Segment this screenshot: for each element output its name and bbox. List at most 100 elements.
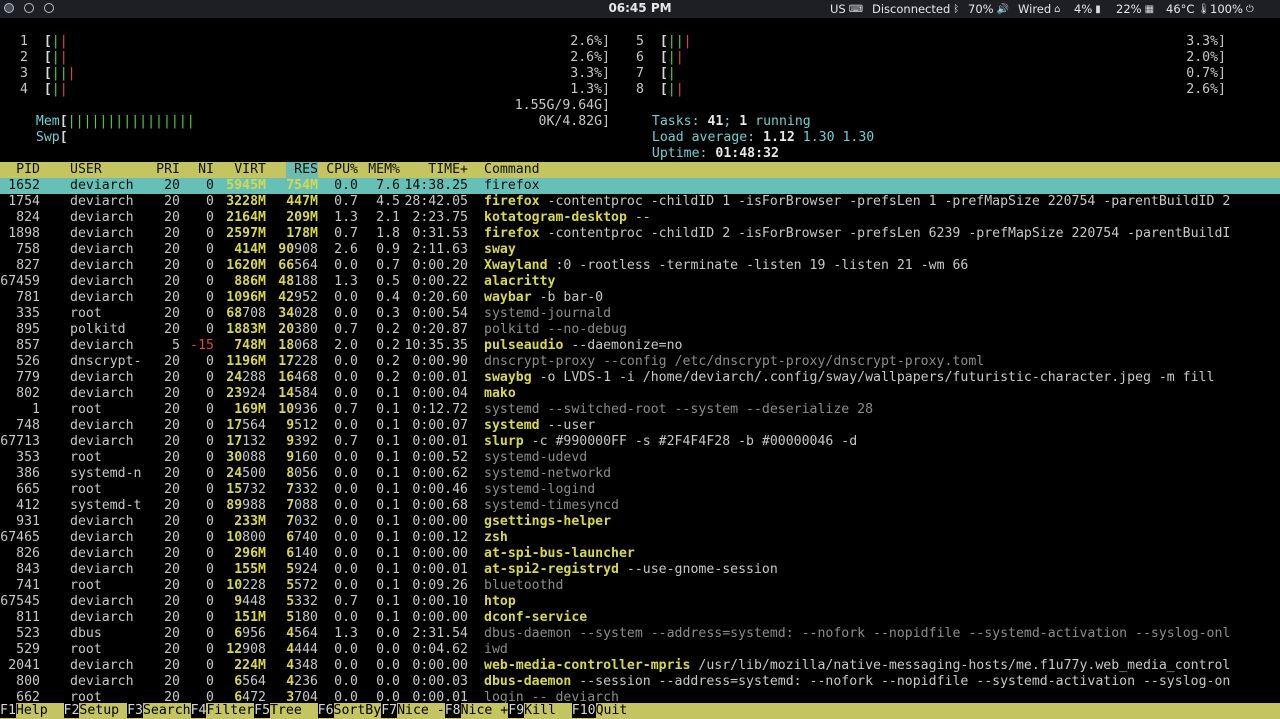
command-name: htop <box>484 594 516 609</box>
cpu-bar-segment: | <box>675 50 684 65</box>
function-key-label-f9[interactable]: Kill <box>524 703 572 718</box>
column-header-time[interactable]: TIME+ <box>428 162 468 178</box>
pri-cell: 20 <box>164 626 180 641</box>
nice-cell: 0 <box>206 578 214 593</box>
function-key-label-f3[interactable]: Search <box>143 703 191 718</box>
virt-cell: 6956 <box>234 626 266 642</box>
table-row[interactable]: 843 deviarch 20 0 155M 5924 0.0 0.1 0:00.01 at-sp… <box>0 562 1280 578</box>
function-key-f4[interactable]: F4 <box>190 703 207 718</box>
table-row[interactable]: 758 deviarch 20 0 414M 90908 2.6 0.9 2:11.63 sway <box>0 242 1280 258</box>
table-row[interactable]: 665 root 20 0 15732 7332 0.0 0.1 0:00.46 systemd-… <box>0 482 1280 498</box>
temperature-status[interactable]: 46°C 🌡 <box>1166 2 1210 16</box>
virt-cell-value: 155M <box>234 562 266 577</box>
table-row[interactable]: 741 root 20 0 10228 5572 0.0 0.1 0:09.26 bluetoot… <box>0 578 1280 594</box>
table-row[interactable]: 1652 deviarch 20 0 5945M 754M 0.0 7.6 14:38.25 fi… <box>0 178 1280 194</box>
column-header-cpu[interactable]: CPU% <box>326 162 358 178</box>
nice-cell: 0 <box>206 450 214 465</box>
res-cell-units: 160 <box>294 450 318 465</box>
table-row[interactable]: 811 deviarch 20 0 151M 5180 0.0 0.1 0:00.00 dconf… <box>0 610 1280 626</box>
thermometer-icon: 🌡 <box>1197 3 1211 15</box>
function-key-label-f6[interactable]: SortBy <box>334 703 382 718</box>
memory-status[interactable]: 22% ▦ <box>1116 2 1154 16</box>
function-key-f2[interactable]: F2 <box>63 703 80 718</box>
res-cell-units: 348 <box>294 658 318 673</box>
table-row[interactable]: 800 deviarch 20 0 6564 4236 0.0 0.0 0:00.03 dbus-… <box>0 674 1280 690</box>
column-header-ni[interactable]: NI <box>198 162 214 178</box>
function-key-f6[interactable]: F6 <box>317 703 334 718</box>
function-key-label-f5[interactable]: Tree <box>270 703 318 718</box>
table-row[interactable]: 779 deviarch 20 0 24288 16468 0.0 0.2 0:00.01 swa… <box>0 370 1280 386</box>
tasks-info: Tasks: 41; 1 running <box>636 98 811 129</box>
virt-cell: 17564 <box>226 418 266 434</box>
res-cell-units: 332 <box>294 482 318 497</box>
column-header-command[interactable]: Command <box>484 162 540 178</box>
virt-cell-thousands: 6 <box>234 674 243 689</box>
function-key-label-f4[interactable]: Filter <box>206 703 254 718</box>
table-row[interactable]: 335 root 20 0 68708 34028 0.0 0.3 0:00.54 systemd… <box>0 306 1280 322</box>
table-row[interactable]: 412 systemd-t 20 0 89988 7088 0.0 0.1 0:00.68 sys… <box>0 498 1280 514</box>
virt-cell: 155M <box>234 562 266 578</box>
table-row[interactable]: 802 deviarch 20 0 23924 14584 0.0 0.1 0:00.04 mak… <box>0 386 1280 402</box>
table-row[interactable]: 167545 deviarch 20 0 9448 5332 0.7 0.1 0:00.10 ht… <box>0 594 1280 610</box>
function-key-f3[interactable]: F3 <box>127 703 143 718</box>
keyboard-layout[interactable]: US ⌨ <box>830 2 863 16</box>
table-row[interactable]: 529 root 20 0 12908 4444 0.0 0.0 0:04.62 iwd <box>0 642 1280 658</box>
volume-status[interactable]: 70% 🔊 <box>968 2 1009 16</box>
table-row[interactable]: 167465 deviarch 20 0 10800 6740 0.0 0.1 0:00.12 z… <box>0 530 1280 546</box>
mem-cell: 0.2 <box>376 322 400 337</box>
bluetooth-status[interactable]: Disconnected ᛒ <box>872 2 959 16</box>
table-row[interactable]: 827 deviarch 20 0 1620M 66564 0.0 0.7 0:00.20 Xwa… <box>0 258 1280 274</box>
table-row[interactable]: 895 polkitd 20 0 1883M 20380 0.7 0.2 0:20.87 polk… <box>0 322 1280 338</box>
column-header-pid[interactable]: PID <box>16 162 40 178</box>
column-header-pri[interactable]: PRI <box>156 162 180 178</box>
function-key-label-f8[interactable]: Nice + <box>461 703 509 718</box>
column-header-mem[interactable]: MEM% <box>368 162 400 178</box>
function-key-f7[interactable]: F7 <box>381 703 398 718</box>
table-row[interactable]: 857 deviarch 5 -15 748M 18068 2.0 0.2 10:35.35 pu… <box>0 338 1280 354</box>
function-key-f8[interactable]: F8 <box>444 703 461 718</box>
battery-status[interactable]: 100% ⏻ <box>1210 2 1254 16</box>
table-row[interactable]: 1754 deviarch 20 0 3228M 447M 0.7 4.5 28:42.05 fi… <box>0 194 1280 210</box>
table-row[interactable]: 1898 deviarch 20 0 2597M 178M 0.7 1.8 0:31.53 fir… <box>0 226 1280 242</box>
command-name: iwd <box>484 642 508 657</box>
table-row[interactable]: 353 root 20 0 30088 9160 0.0 0.1 0:00.52 systemd-… <box>0 450 1280 466</box>
cpu-number: 5 <box>636 34 644 49</box>
pid-cell: 857 <box>16 338 40 353</box>
column-header-res[interactable]: RES <box>286 162 318 178</box>
table-row[interactable]: 824 deviarch 20 0 2164M 209M 1.3 2.1 2:23.75 kota… <box>0 210 1280 226</box>
function-key-label-f10[interactable]: Quit <box>596 703 628 718</box>
table-row[interactable]: 167713 deviarch 20 0 17132 9392 0.7 0.1 0:00.01 s… <box>0 434 1280 450</box>
memory-label: 22% <box>1116 2 1142 16</box>
network-status[interactable]: Wired ⌂ <box>1018 2 1061 16</box>
table-row[interactable]: 748 deviarch 20 0 17564 9512 0.0 0.1 0:00.07 syst… <box>0 418 1280 434</box>
function-key-f10[interactable]: F10 <box>571 703 596 718</box>
pid-cell: 748 <box>16 418 40 433</box>
table-row[interactable]: 826 deviarch 20 0 296M 6140 0.0 0.1 0:00.00 at-sp… <box>0 546 1280 562</box>
pid-cell: 802 <box>16 386 40 401</box>
function-key-f9[interactable]: F9 <box>508 703 525 718</box>
function-key-label-f1[interactable]: Help <box>16 703 64 718</box>
column-header-user[interactable]: USER <box>70 162 102 178</box>
res-cell: 5180 <box>286 610 318 626</box>
function-key-f5[interactable]: F5 <box>254 703 271 718</box>
user-cell: root <box>70 578 102 593</box>
memory-icon: ▦ <box>1144 3 1155 15</box>
table-row[interactable]: 526 dnscrypt- 20 0 1196M 17228 0.0 0.2 0:00.90 dn… <box>0 354 1280 370</box>
function-key-label-f2[interactable]: Setup <box>79 703 127 718</box>
table-row[interactable]: 931 deviarch 20 0 233M 7032 0.0 0.1 0:00.00 gsett… <box>0 514 1280 530</box>
command-cell: kotatogram-desktop -- <box>484 210 651 226</box>
command-name: web-media-controller-mpris <box>484 658 691 673</box>
table-row[interactable]: 1 root 20 0 169M 10936 0.7 0.1 0:12.72 systemd --… <box>0 402 1280 418</box>
function-key-f1[interactable]: F1 <box>0 703 16 718</box>
user-cell: deviarch <box>70 418 134 433</box>
pid-cell: 386 <box>16 466 40 481</box>
table-row[interactable]: 386 systemd-n 20 0 24500 8056 0.0 0.1 0:00.62 sys… <box>0 466 1280 482</box>
cpu-status[interactable]: 4% ▮ <box>1074 2 1101 16</box>
table-row[interactable]: 523 dbus 20 0 6956 4564 1.3 0.0 2:31.54 dbus-daem… <box>0 626 1280 642</box>
user-cell: deviarch <box>70 290 134 305</box>
table-row[interactable]: 781 deviarch 20 0 1096M 42952 0.0 0.4 0:20.60 way… <box>0 290 1280 306</box>
column-header-virt[interactable]: VIRT <box>234 162 266 178</box>
function-key-label-f7[interactable]: Nice - <box>397 703 445 718</box>
table-row[interactable]: 167459 deviarch 20 0 886M 48188 1.3 0.5 0:00.22 a… <box>0 274 1280 290</box>
table-row[interactable]: 2041 deviarch 20 0 224M 4348 0.0 0.0 0:00.00 web-… <box>0 658 1280 674</box>
